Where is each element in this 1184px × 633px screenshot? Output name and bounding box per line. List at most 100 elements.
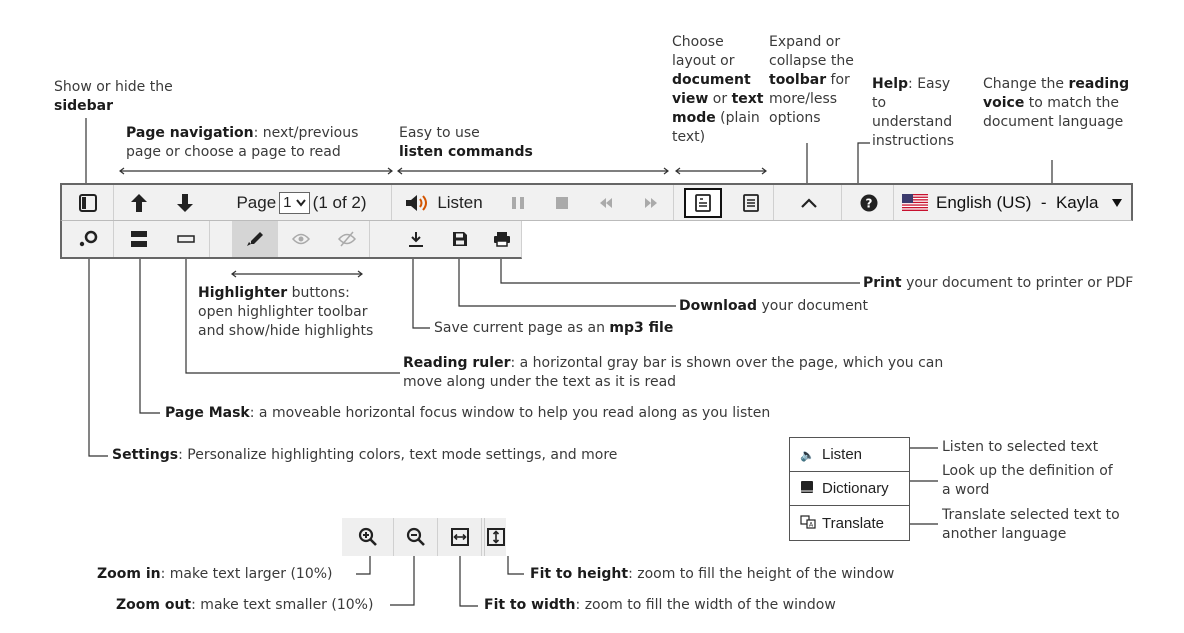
document-view-icon [695,193,711,212]
annotation-sidebar: Show or hide the sidebar [54,78,234,116]
annotation-reading-ruler: Reading ruler: a horizontal gray bar is … [403,354,948,392]
annotation-highlighter: Highlighter buttons: open highlighter to… [198,284,388,341]
sidebar-button[interactable] [62,185,114,220]
annotation-layout: Choose layout or document view or text m… [672,33,770,147]
annotation-help: Help: Easy to understand instructions [872,75,968,151]
annotation-text: Easy to use [399,125,480,141]
fit-to-width-button[interactable] [438,518,482,556]
us-flag-icon [902,194,928,211]
context-menu-listen[interactable]: 🔈 Listen [790,438,909,472]
listen-button[interactable]: Listen [396,185,492,220]
stop-icon [556,196,568,209]
zoom-out-icon [406,527,425,546]
highlighter-button[interactable] [232,221,278,257]
dropdown-arrow-icon [1111,198,1122,207]
toolbar-collapse-button[interactable] [776,185,842,220]
context-menu-dictionary[interactable]: Dictionary [790,472,909,506]
text-mode-button[interactable] [728,185,774,220]
annotation-bold: Download [679,298,758,314]
annotation-bold: sidebar [54,98,114,114]
annotation-bold: Zoom in [97,566,161,582]
annotation-text: or [708,91,732,107]
reading-ruler-button[interactable] [162,221,210,257]
annotation-bold: Reading ruler [403,355,511,371]
settings-button[interactable] [62,221,114,257]
next-page-button[interactable] [162,185,208,220]
speaker-icon: 🔈 [800,447,815,462]
page-mask-button[interactable] [116,221,162,257]
settings-icon [79,230,97,247]
hide-highlights-button[interactable] [324,221,370,257]
fit-width-icon [450,528,469,546]
annotation-text: Expand or collapse the [769,34,854,69]
fit-to-height-button[interactable] [484,518,506,556]
annotation-text: your document to printer or PDF [901,275,1134,291]
annotation-bold: Zoom out [116,597,192,613]
context-menu-translate[interactable]: A Translate [790,506,909,540]
chevron-down-icon [295,198,306,207]
print-icon [493,232,510,247]
previous-page-button[interactable] [116,185,162,220]
eye-off-icon [337,231,356,247]
annotation-text: : Personalize highlighting colors, text … [178,447,618,463]
annotation-bold: toolbar [769,72,827,88]
download-mp3-icon [409,232,423,247]
context-menu-label: Dictionary [822,480,889,497]
annotation-text: : make text smaller (10%) [191,597,374,613]
annotation-voice: Change the reading voice to match the do… [983,75,1133,132]
annotation-listen-commands: Easy to use listen commands [399,124,589,162]
translate-icon: A [800,514,818,532]
print-button[interactable] [482,221,522,257]
dictionary-icon [800,480,818,497]
help-icon: ? [860,194,877,211]
annotation-ctx-translate: Translate selected text to another langu… [942,507,1120,542]
arrow-up-icon [131,193,147,212]
pause-icon [512,196,524,209]
page-total: (1 of 2) [312,192,367,212]
annotation-bold: Highlighter [198,285,288,301]
annotation-fit-height: Fit to height: zoom to fill the height o… [530,565,894,584]
listen-label: Listen [437,192,483,212]
download-mp3-button[interactable] [394,221,438,257]
fast-forward-button[interactable] [628,185,674,220]
pause-button[interactable] [496,185,540,220]
annotation-text: your document [757,298,869,314]
annotation-bold: Help [872,76,909,92]
rewind-icon [600,197,612,208]
page-label: Page [236,192,277,212]
annotation-text: : a moveable horizontal focus window to … [249,405,771,421]
annotation-bold: Print [863,275,902,291]
annotation-bold: Fit to width [484,597,576,613]
save-icon [453,232,467,246]
annotation-page-navigation: Page navigation: next/previous page or c… [126,124,388,162]
annotation-text: : zoom to fill the width of the window [575,597,836,613]
annotation-page-mask: Page Mask: a moveable horizontal focus w… [165,404,770,423]
page-value: 1 [283,193,292,211]
annotation-print: Print your document to printer or PDF [863,274,1133,293]
reading-ruler-icon [176,235,195,243]
zoom-in-button[interactable] [342,518,394,556]
stop-button[interactable] [540,185,584,220]
help-button[interactable]: ? [844,185,894,220]
zoom-out-button[interactable] [394,518,438,556]
annotation-text: Save current page as an [434,320,610,336]
zoom-in-icon [358,527,377,546]
annotation-mp3: Save current page as an mp3 file [434,319,673,338]
document-view-button[interactable] [680,185,726,220]
voice-selector[interactable]: English (US) - Kayla [902,185,1130,220]
annotation-zoom-out: Zoom out: make text smaller (10%) [116,596,373,615]
sidebar-icon [78,193,97,212]
annotation-text: Change the [983,76,1069,92]
eye-icon [292,233,310,245]
text-mode-icon [742,193,759,212]
context-menu-label: Listen [822,446,863,463]
page-dropdown[interactable]: 1 [279,191,310,214]
speaker-icon [406,194,428,211]
annotation-settings: Settings: Personalize highlighting color… [112,446,617,465]
rewind-button[interactable] [584,185,628,220]
fit-height-icon [486,528,505,546]
annotation-bold: Page navigation [126,125,254,141]
main-toolbar: Page 1 (1 of 2) Listen ? English (US) - … [60,183,1133,221]
show-highlights-button[interactable] [278,221,324,257]
save-document-button[interactable] [438,221,482,257]
